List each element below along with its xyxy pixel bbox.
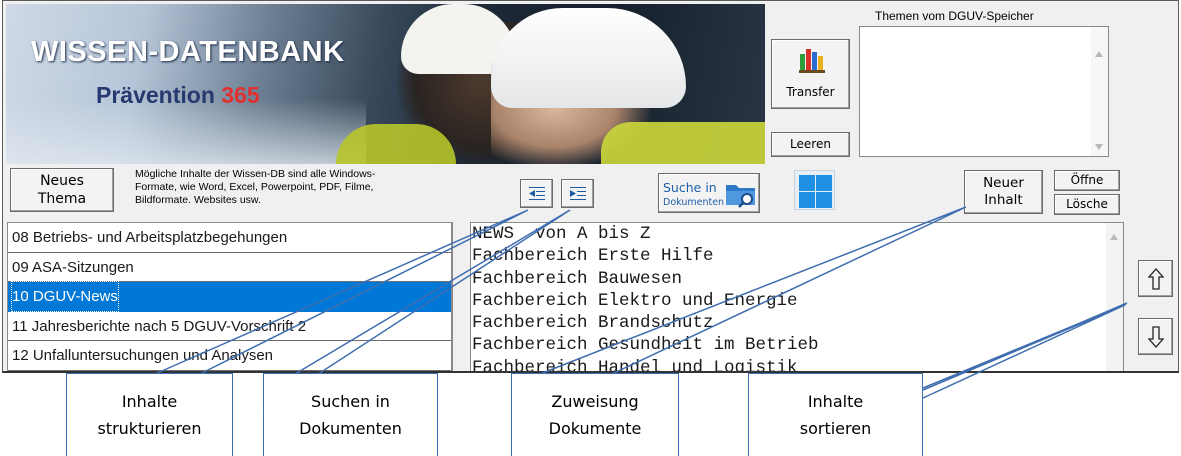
banner-subtitle-number: 365 <box>221 82 260 108</box>
banner-title: WISSEN-DATENBANK <box>31 36 345 68</box>
info-text-line: Formate, wie Word, Excel, Powerpoint, PD… <box>135 181 374 193</box>
banner-subtitle-text: Prävention <box>96 82 222 108</box>
themes-label: Themen vom DGUV-Speicher <box>875 9 1034 23</box>
new-content-button[interactable]: Neuer Inhalt <box>964 170 1043 214</box>
banner-subtitle: Prävention 365 <box>96 82 260 109</box>
scroll-down-icon[interactable] <box>1095 144 1103 150</box>
content-list-item[interactable]: Fachbereich Erste Hilfe <box>471 245 1123 267</box>
callout-search: Suchen in Dokumenten <box>263 373 438 456</box>
topic-label: 10 DGUV-News <box>11 281 119 312</box>
new-topic-label-line1: Neues <box>40 173 84 189</box>
themes-listbox[interactable] <box>859 26 1109 157</box>
topic-label: 11 Jahresberichte nach 5 DGUV-Vorschrift… <box>12 317 307 335</box>
callout-text: Dokumenten <box>299 419 402 438</box>
scroll-up-icon[interactable] <box>1110 234 1118 240</box>
indent-button[interactable] <box>561 179 594 208</box>
callout-text: sortieren <box>799 419 872 438</box>
search-documents-sublabel: Dokumenten <box>663 197 725 208</box>
search-documents-label: Suche in <box>663 180 717 195</box>
new-content-label-line2: Inhalt <box>984 192 1023 208</box>
topic-list-item[interactable]: 11 Jahresberichte nach 5 DGUV-Vorschrift… <box>8 312 451 341</box>
new-topic-button[interactable]: Neues Thema <box>10 168 114 212</box>
banner-helmet-front <box>491 8 686 108</box>
topic-label: 09 ASA-Sitzungen <box>12 258 134 276</box>
open-button[interactable]: Öffne <box>1054 170 1120 191</box>
arrow-down-icon <box>1148 326 1164 348</box>
transfer-label: Transfer <box>786 85 835 99</box>
move-down-button[interactable] <box>1138 318 1173 355</box>
topic-label: 12 Unfalluntersuchungen und Analysen <box>12 347 274 364</box>
callout-sort: Inhalte sortieren <box>748 373 923 456</box>
books-icon <box>799 49 825 73</box>
outdent-button[interactable] <box>520 179 553 208</box>
delete-button[interactable]: Lösche <box>1054 194 1120 215</box>
folder-search-icon <box>726 185 755 208</box>
windows-button[interactable] <box>794 170 835 210</box>
outdent-icon <box>529 187 545 201</box>
themes-scrollbar[interactable] <box>1091 27 1108 156</box>
topic-list-item[interactable]: 12 Unfalluntersuchungen und Analysen <box>8 341 451 371</box>
new-topic-label-line2: Thema <box>37 191 87 207</box>
content-list-item[interactable]: Fachbereich Elektro und Energie <box>471 290 1123 312</box>
new-content-label-line1: Neuer <box>983 175 1024 191</box>
info-text-line: Bildformate. Websites usw. <box>135 194 261 206</box>
content-list-item[interactable]: NEWS von A bis Z <box>471 223 1123 245</box>
topic-label: 08 Betriebs- und Arbeitsplatzbegehungen <box>12 229 288 246</box>
content-list-item[interactable]: Fachbereich Bauwesen <box>471 268 1123 290</box>
callout-text: Suchen in <box>311 392 390 411</box>
info-text-line: Mögliche Inhalte der Wissen-DB sind alle… <box>135 168 376 180</box>
banner-safety-vest-front <box>601 122 765 164</box>
app-window: WISSEN-DATENBANK Prävention 365 Transfer… <box>2 0 1179 373</box>
arrow-up-icon <box>1148 268 1164 290</box>
callout-text: strukturieren <box>97 419 202 438</box>
content-list-item[interactable]: Fachbereich Brandschutz <box>471 312 1123 334</box>
content-list[interactable]: NEWS von A bis Z Fachbereich Erste Hilfe… <box>470 222 1124 371</box>
topic-list-item[interactable]: 09 ASA-Sitzungen <box>8 253 451 282</box>
content-scrollbar[interactable] <box>1106 223 1123 371</box>
move-up-button[interactable] <box>1138 260 1173 297</box>
search-documents-button[interactable]: Suche in Dokumenten <box>658 173 760 213</box>
callout-text: Dokumente <box>548 419 642 438</box>
topic-list-item[interactable]: 08 Betriebs- und Arbeitsplatzbegehungen <box>8 223 451 253</box>
content-list-item[interactable]: Fachbereich Gesundheit im Betrieb <box>471 334 1123 356</box>
banner-safety-vest <box>336 124 456 164</box>
content-list-item[interactable]: Fachbereich Handel und Logistik <box>471 357 1123 371</box>
callout-text: Inhalte <box>121 392 178 411</box>
topic-list[interactable]: 08 Betriebs- und Arbeitsplatzbegehungen … <box>7 222 453 371</box>
transfer-button[interactable]: Transfer <box>771 39 850 109</box>
info-text: Mögliche Inhalte der Wissen-DB sind alle… <box>135 168 465 207</box>
topic-list-item-selected[interactable]: 10 DGUV-News <box>8 281 451 312</box>
callout-assign: Zuweisung Dokumente <box>511 373 679 456</box>
clear-button[interactable]: Leeren <box>771 132 850 157</box>
callout-text: Zuweisung <box>551 392 639 411</box>
indent-icon <box>570 187 586 201</box>
callout-structure: Inhalte strukturieren <box>66 373 233 456</box>
callout-text: Inhalte <box>807 392 864 411</box>
scroll-up-icon[interactable] <box>1095 51 1103 57</box>
banner-image: WISSEN-DATENBANK Prävention 365 <box>6 4 765 164</box>
